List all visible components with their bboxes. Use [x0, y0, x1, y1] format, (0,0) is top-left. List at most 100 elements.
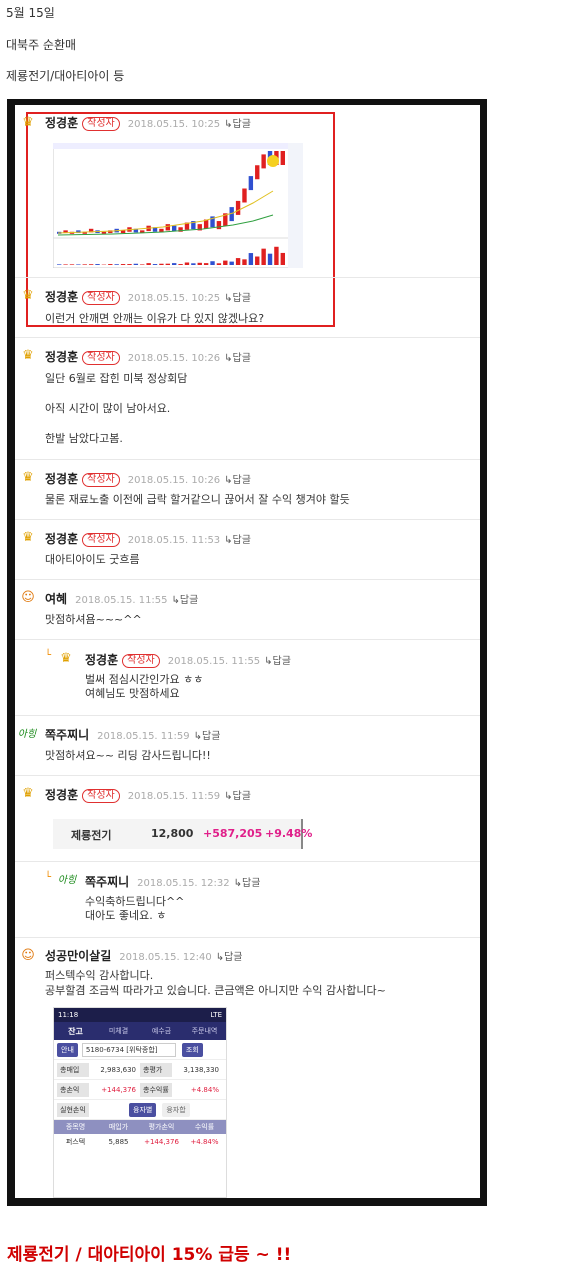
- author-badge: 작성자: [82, 473, 120, 487]
- query-button: 조회: [181, 1042, 203, 1057]
- reply-link[interactable]: ↳답글: [216, 952, 243, 963]
- summary-value: 2,983,630: [100, 1065, 136, 1074]
- stock-name: 제룡전기: [71, 829, 112, 842]
- chart-volume-bar: [76, 264, 81, 265]
- comment-meta: 정경훈 작성자 2018.05.15. 10:25 ↳답글: [45, 115, 251, 131]
- comment-nick[interactable]: 정경훈: [45, 350, 78, 364]
- comment: 아힝 쪽주찌니 2018.05.15. 11:59 ↳답글 맛점하셔요~~ 리딩 감…: [15, 715, 480, 775]
- comment: ☺ 여혜 2018.05.15. 11:55 ↳답글 맛점하셔욤~~~^^: [15, 579, 480, 639]
- comment-nick[interactable]: 여혜: [45, 592, 67, 606]
- chart-volume-bar: [57, 264, 62, 265]
- chart-volume-bar: [210, 261, 215, 265]
- summary-label: 총매입: [57, 1062, 89, 1077]
- reply-link[interactable]: ↳답글: [264, 656, 291, 667]
- comment-text: 여혜님도 맛점하세요: [85, 687, 180, 700]
- comment-nick[interactable]: 정경훈: [85, 653, 118, 667]
- chart-volume-bar: [216, 263, 222, 265]
- comment-nick[interactable]: 정경훈: [45, 788, 78, 802]
- chart-volume-bar: [223, 260, 228, 265]
- reply-link[interactable]: ↳답글: [172, 595, 199, 606]
- tab-balance: 잔고: [68, 1026, 83, 1036]
- comment-nick[interactable]: 정경훈: [45, 532, 78, 546]
- comment-date: 2018.05.15. 10:26: [127, 353, 221, 364]
- comment: ♛ 정경훈 작성자 2018.05.15. 10:26 ↳답글 물론 재료노출 이전에…: [15, 459, 480, 519]
- chart-volume-bar: [184, 262, 190, 265]
- reply-link[interactable]: ↳답글: [234, 878, 261, 889]
- holdings-header: 종목명 매입가 평가손익 수익률: [54, 1120, 226, 1134]
- comment-date: 2018.05.15. 11:55: [75, 595, 168, 606]
- crown-avatar-icon: ♛: [22, 786, 34, 801]
- account-select: 5180-6734 [위탁종합]: [81, 1042, 176, 1057]
- chart-volume-bar: [172, 263, 177, 265]
- comment-meta: 정경훈 작성자 2018.05.15. 11:55 ↳답글: [85, 652, 291, 668]
- chart-candle: [216, 221, 222, 230]
- info-button: 안내: [57, 1042, 78, 1057]
- comment-nick[interactable]: 쪽주찌니: [45, 728, 89, 742]
- comment-nick[interactable]: 정경훈: [45, 116, 78, 130]
- realized-row: 실현손익 융자별 융자합: [54, 1100, 226, 1120]
- app-tabs: 잔고 미체결 예수금 주문내역: [54, 1022, 226, 1040]
- col-header: 수익률: [194, 1123, 215, 1131]
- comment-text: 맛점하셔요~~ 리딩 감사드립니다!!: [45, 749, 211, 762]
- tab-deposit: 예수금: [151, 1027, 172, 1035]
- comment-text: 벌써 점심시간인가요 ㅎㅎ: [85, 673, 204, 686]
- comment-date: 2018.05.15. 10:25: [127, 293, 221, 304]
- post-stocks: 제룡전기/대아티아이 등: [6, 69, 125, 83]
- comment-list: ♛ 정경훈 작성자 2018.05.15. 10:25 ↳답글 ♛ 정경훈 작성자 201…: [15, 105, 480, 1198]
- reply-link[interactable]: ↳답글: [224, 293, 251, 304]
- comment-meta: 쪽주찌니 2018.05.15. 12:32 ↳답글: [85, 874, 260, 890]
- comment-date: 2018.05.15. 10:25: [127, 119, 221, 130]
- author-badge: 작성자: [82, 291, 120, 305]
- chart-volume-bar: [159, 263, 164, 265]
- crown-avatar-icon: ♛: [22, 348, 34, 363]
- holding-cell: 5,885: [108, 1138, 129, 1146]
- comment-meta: 여혜 2018.05.15. 11:55 ↳답글: [45, 591, 198, 607]
- comment: ♛ 정경훈 작성자 2018.05.15. 10:25 ↳답글 이런거 안깨면 안깨는…: [15, 277, 480, 337]
- girl-avatar-icon: ☺: [21, 948, 35, 963]
- reply-link[interactable]: ↳답글: [224, 475, 251, 486]
- app-time: 11:18: [58, 1011, 79, 1019]
- stock-change: +587,205: [203, 827, 263, 840]
- stock-price: 12,800: [151, 827, 194, 840]
- chart-candle: [101, 231, 107, 234]
- trading-app-screenshot: 11:18 LTE 잔고 미체결 예수금 주문내역 안내 5180-6734 […: [53, 1007, 227, 1198]
- reply-link[interactable]: ↳답글: [224, 791, 251, 802]
- chart-volume-bar: [165, 263, 170, 265]
- chart-volume-bar: [146, 263, 151, 265]
- summary-row: 총매입 2,983,630 총평가 3,138,330: [54, 1060, 226, 1080]
- chart-volume-bar: [140, 264, 145, 265]
- chart-volume-bar: [82, 264, 87, 265]
- comment-nick[interactable]: 정경훈: [45, 472, 78, 486]
- chart-volume-bar: [63, 264, 68, 265]
- loan-sum-button: 융자합: [162, 1102, 190, 1117]
- comment-nick[interactable]: 성공만이살길: [45, 949, 111, 963]
- reply-link[interactable]: ↳답글: [224, 353, 251, 364]
- comment: ♛ 정경훈 작성자 2018.05.15. 10:26 ↳답글 일단 6월로 잡힌 미…: [15, 337, 480, 459]
- author-badge: 작성자: [82, 789, 120, 803]
- stock-chart-image: [53, 143, 303, 268]
- comment-nick[interactable]: 정경훈: [45, 290, 78, 304]
- reply-link[interactable]: ↳답글: [224, 119, 251, 130]
- comment-text: 공부할겸 조금씩 따라가고 있습니다. 큰금액은 아니지만 수익 감사합니다~: [45, 984, 386, 997]
- chart-volume-bar: [127, 264, 132, 265]
- comment-meta: 정경훈 작성자 2018.05.15. 11:53 ↳답글: [45, 531, 251, 547]
- col-header: 종목명: [65, 1123, 86, 1131]
- comment-nick[interactable]: 쪽주찌니: [85, 875, 129, 889]
- reply-link[interactable]: ↳답글: [194, 731, 221, 742]
- holding-row: 퍼스텍 5,885 +144,376 +4.84%: [54, 1134, 226, 1150]
- reply-link[interactable]: ↳답글: [224, 535, 251, 546]
- loan-by-button: 융자별: [129, 1102, 157, 1117]
- comment-date: 2018.05.15. 11:59: [97, 731, 190, 742]
- chart-candle: [235, 200, 241, 215]
- chart-volume-bar: [274, 246, 279, 265]
- author-badge: 작성자: [82, 117, 120, 131]
- realized-label: 실현손익: [57, 1102, 89, 1117]
- chart-volume-bar: [280, 252, 285, 265]
- comment-meta: 쪽주찌니 2018.05.15. 11:59 ↳답글: [45, 727, 220, 743]
- comment-text: 아직 시간이 많이 남아서요.: [45, 402, 171, 415]
- holding-cell: +4.84%: [190, 1138, 219, 1146]
- post-topic: 대북주 순환매: [6, 38, 77, 52]
- summary-label: 총손익: [57, 1082, 89, 1097]
- chart-volume-bar: [255, 256, 260, 265]
- comment-date: 2018.05.15. 10:26: [127, 475, 221, 486]
